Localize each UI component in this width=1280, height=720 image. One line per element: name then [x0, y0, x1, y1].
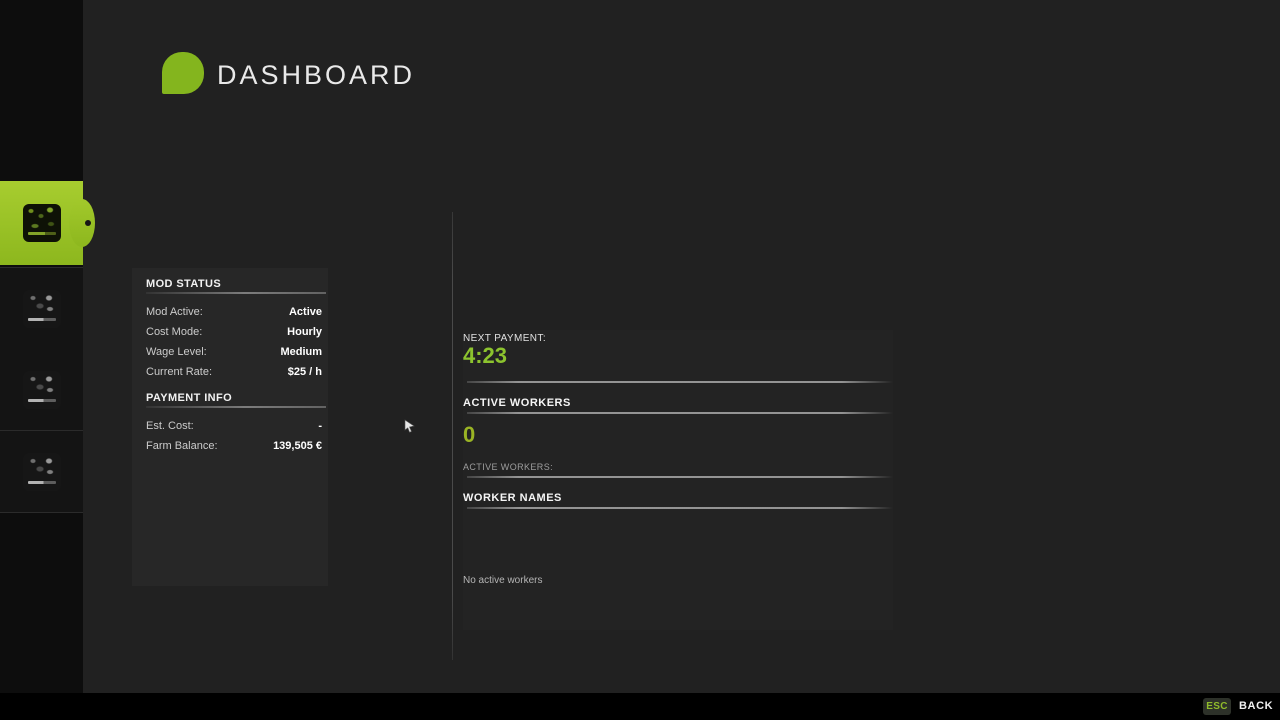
leaf-logo-icon [162, 52, 204, 94]
row-label: Farm Balance: [146, 440, 218, 452]
row-label: Wage Level: [146, 346, 207, 358]
mod-thumbnail-icon [23, 371, 61, 409]
active-workers-count: 0 [463, 422, 475, 448]
row-label: Cost Mode: [146, 326, 202, 338]
row-farm-balance: Farm Balance: 139,505 € [132, 440, 328, 452]
active-tab-dot-icon [85, 220, 91, 226]
worker-names-header: WORKER NAMES [463, 492, 562, 504]
divider [146, 406, 326, 408]
esc-key-badge[interactable]: ESC [1203, 698, 1231, 715]
row-value: Hourly [287, 326, 322, 338]
active-workers-header: ACTIVE WORKERS [463, 397, 571, 409]
mod-thumbnail-icon [23, 453, 61, 491]
sidebar [0, 0, 83, 693]
next-payment-value: 4:23 [463, 345, 507, 367]
row-label: Mod Active: [146, 306, 203, 318]
footer-bar [0, 693, 1280, 720]
row-value: Active [289, 306, 322, 318]
sidebar-tab-2[interactable] [0, 267, 83, 350]
mod-status-title: MOD STATUS [132, 268, 328, 292]
mod-thumbnail-icon [23, 204, 61, 242]
divider [467, 412, 893, 414]
mod-thumbnail-icon [23, 290, 61, 328]
row-mod-active: Mod Active: Active [132, 306, 328, 318]
row-value: $25 / h [288, 366, 322, 378]
divider [467, 476, 893, 478]
row-value: Medium [280, 346, 322, 358]
row-value: - [318, 420, 322, 432]
row-wage-level: Wage Level: Medium [132, 346, 328, 358]
vertical-divider [452, 212, 453, 660]
active-workers-sublabel: ACTIVE WORKERS: [463, 462, 553, 472]
active-tab-bump [69, 199, 95, 247]
workers-panel: NEXT PAYMENT: 4:23 ACTIVE WORKERS 0 ACTI… [463, 330, 893, 630]
page-title: DASHBOARD [217, 60, 415, 91]
sidebar-tab-dashboard[interactable] [0, 181, 83, 265]
divider [146, 292, 326, 294]
divider [467, 507, 893, 509]
row-label: Est. Cost: [146, 420, 194, 432]
divider [467, 381, 893, 383]
empty-workers-message: No active workers [463, 575, 542, 586]
row-cost-mode: Cost Mode: Hourly [132, 326, 328, 338]
row-label: Current Rate: [146, 366, 212, 378]
row-value: 139,505 € [273, 440, 322, 452]
payment-info-title: PAYMENT INFO [132, 378, 328, 406]
row-current-rate: Current Rate: $25 / h [132, 366, 328, 378]
mouse-cursor-icon [404, 419, 416, 438]
row-est-cost: Est. Cost: - [132, 420, 328, 432]
sidebar-tab-3[interactable] [0, 349, 83, 431]
status-panel: MOD STATUS Mod Active: Active Cost Mode:… [132, 268, 328, 586]
sidebar-tab-4[interactable] [0, 431, 83, 513]
back-button[interactable]: BACK [1239, 700, 1273, 712]
